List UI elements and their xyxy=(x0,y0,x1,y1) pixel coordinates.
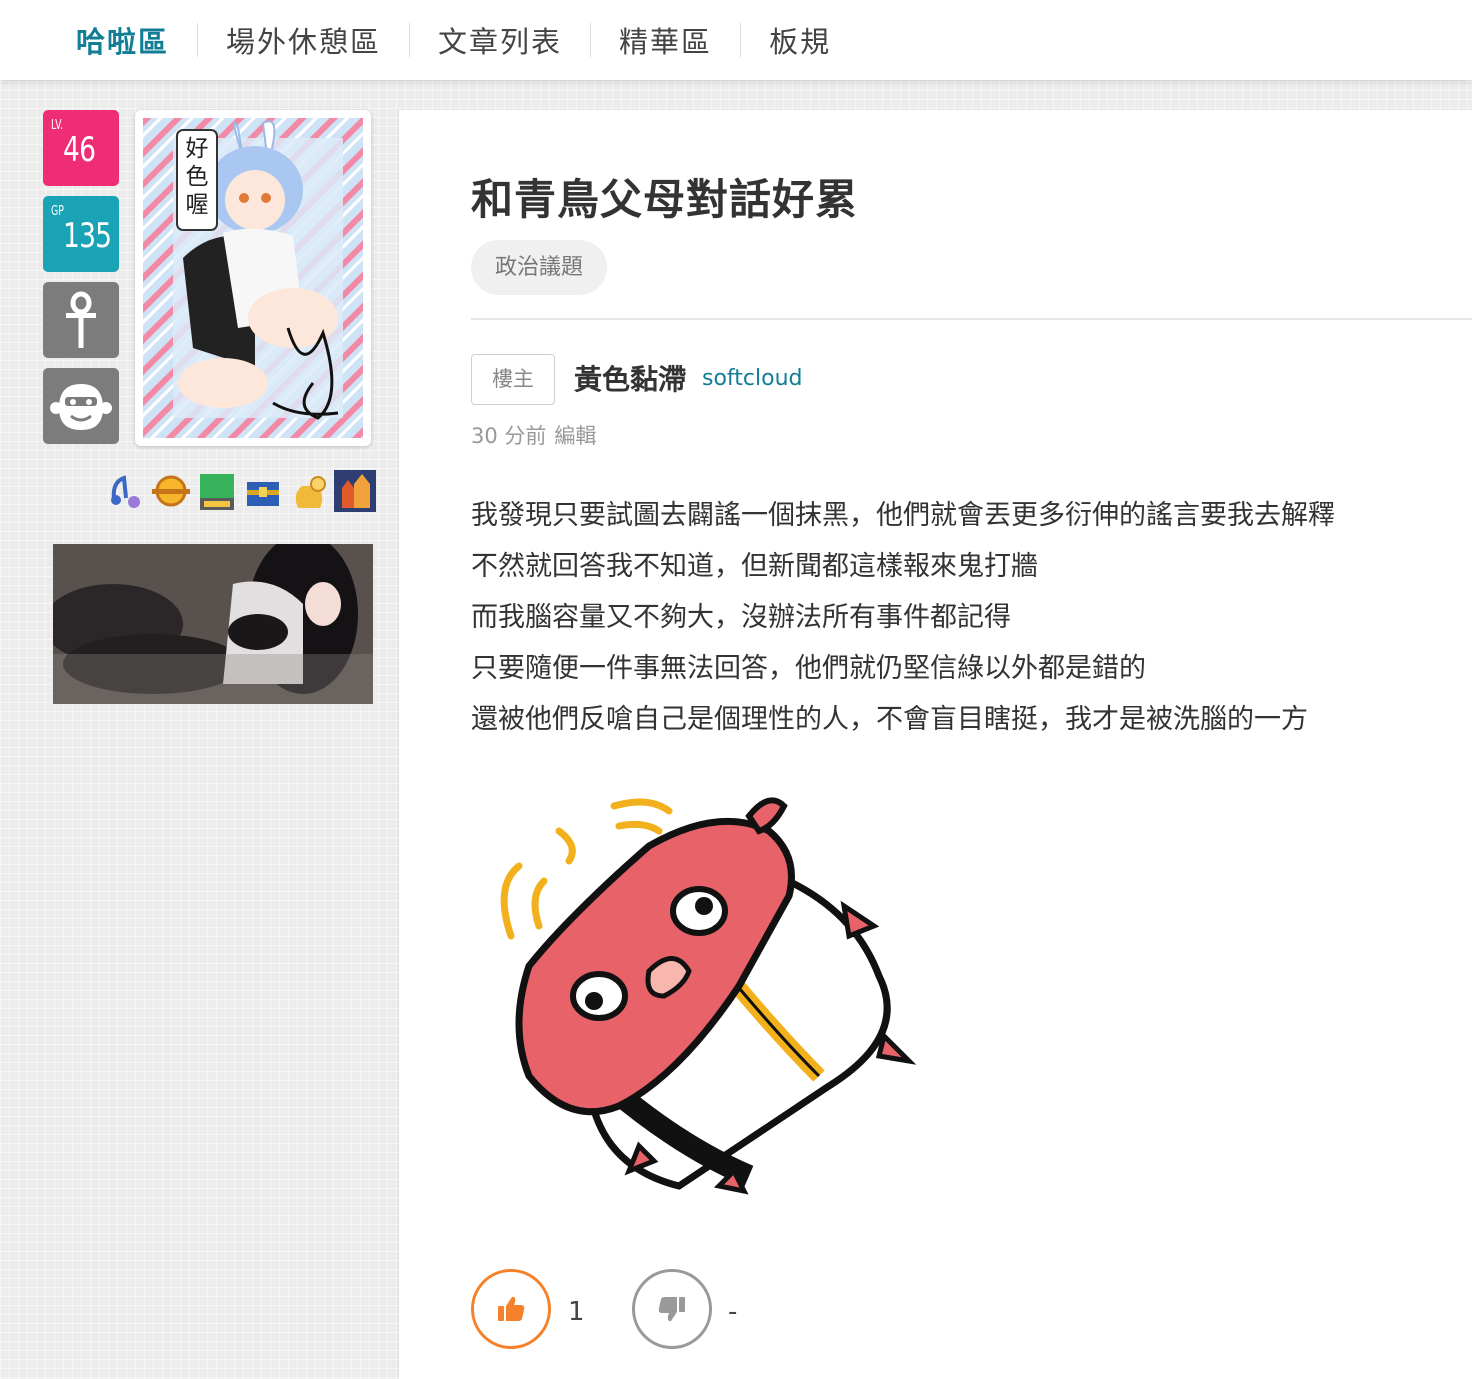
gp-count: 1 xyxy=(568,1297,585,1327)
post-title: 和青鳥父母對話好累 xyxy=(471,175,859,224)
money-bag-medal-icon[interactable] xyxy=(288,470,330,512)
post-body: 我發現只要試圖去闢謠一個抹黑，他們就會丟更多衍伸的謠言要我去解釋 不然就回答我不… xyxy=(471,490,1461,745)
title-badge[interactable] xyxy=(43,368,119,444)
post-line: 只要隨便一件事無法回答，他們就仍堅信綠以外都是錯的 xyxy=(471,653,1146,684)
nav-item-rules[interactable]: 板規 xyxy=(741,19,859,61)
gp-badge[interactable]: GP 135 xyxy=(43,196,119,272)
post-line: 而我腦容量又不夠大，沒辦法所有事件都記得 xyxy=(471,602,1011,633)
bp-button[interactable] xyxy=(632,1269,712,1349)
post-tag[interactable]: 政治議題 xyxy=(471,240,608,295)
post-card: 和青鳥父母對話好累 政治議題 樓主 黃色黏滯 softcloud 30 分前 編… xyxy=(399,110,1472,1379)
gold-coin-medal-icon[interactable] xyxy=(150,470,192,512)
nav-item-article-list[interactable]: 文章列表 xyxy=(410,19,590,61)
author-id[interactable]: softcloud xyxy=(702,366,802,391)
banner-image xyxy=(53,544,373,704)
nav-item-hala[interactable]: 哈啦區 xyxy=(76,19,197,61)
post-time: 30 分前 xyxy=(471,424,547,448)
post-line: 我發現只要試圖去闢謠一個抹黑，他們就會丟更多衍伸的謠言要我去解釋 xyxy=(471,500,1335,531)
castle-medal-icon[interactable] xyxy=(334,470,376,512)
ankh-icon xyxy=(66,291,96,348)
level-badge[interactable]: LV. 46 xyxy=(43,110,119,186)
edit-link[interactable]: 編輯 xyxy=(554,420,596,450)
nav-item-lounge[interactable]: 場外休憩區 xyxy=(198,19,409,61)
flag-365-medal-icon[interactable] xyxy=(196,470,238,512)
gp-value: 135 xyxy=(63,216,112,256)
bp-count: - xyxy=(728,1297,738,1327)
gp-button[interactable] xyxy=(471,1269,551,1349)
treasure-chest-medal-icon[interactable] xyxy=(242,470,284,512)
floor-badge: 樓主 xyxy=(471,354,555,405)
post-line: 還被他們反嗆自己是個理性的人，不會盲目瞎挺，我才是被洗腦的一方 xyxy=(471,704,1308,735)
avatar-caption: 好色喔 xyxy=(186,136,209,218)
thumbs-down-icon xyxy=(658,1297,685,1322)
monkey-mask-icon xyxy=(50,384,112,430)
post-line: 不然就回答我不知道，但新聞都這樣報來鬼打牆 xyxy=(471,551,1038,582)
sticker-image xyxy=(500,797,917,1195)
gp-label: GP xyxy=(51,204,64,219)
post-meta: 30 分前 編輯 xyxy=(471,420,596,450)
author-name[interactable]: 黃色黏滯 xyxy=(574,358,686,398)
thumbs-up-icon xyxy=(498,1296,525,1321)
avatar-image: 好色喔 xyxy=(143,118,363,438)
signature-banner[interactable] xyxy=(53,544,373,704)
nav-item-featured[interactable]: 精華區 xyxy=(591,19,740,61)
top-navigation: 哈啦區 場外休憩區 文章列表 精華區 板規 xyxy=(0,0,1472,80)
level-label: LV. xyxy=(51,118,64,133)
divider xyxy=(471,318,1472,320)
race-badge[interactable] xyxy=(43,282,119,358)
music-note-medal-icon[interactable] xyxy=(104,470,146,512)
avatar-card[interactable]: 好色喔 xyxy=(135,110,371,446)
medal-row xyxy=(104,470,376,512)
level-value: 46 xyxy=(63,130,96,170)
